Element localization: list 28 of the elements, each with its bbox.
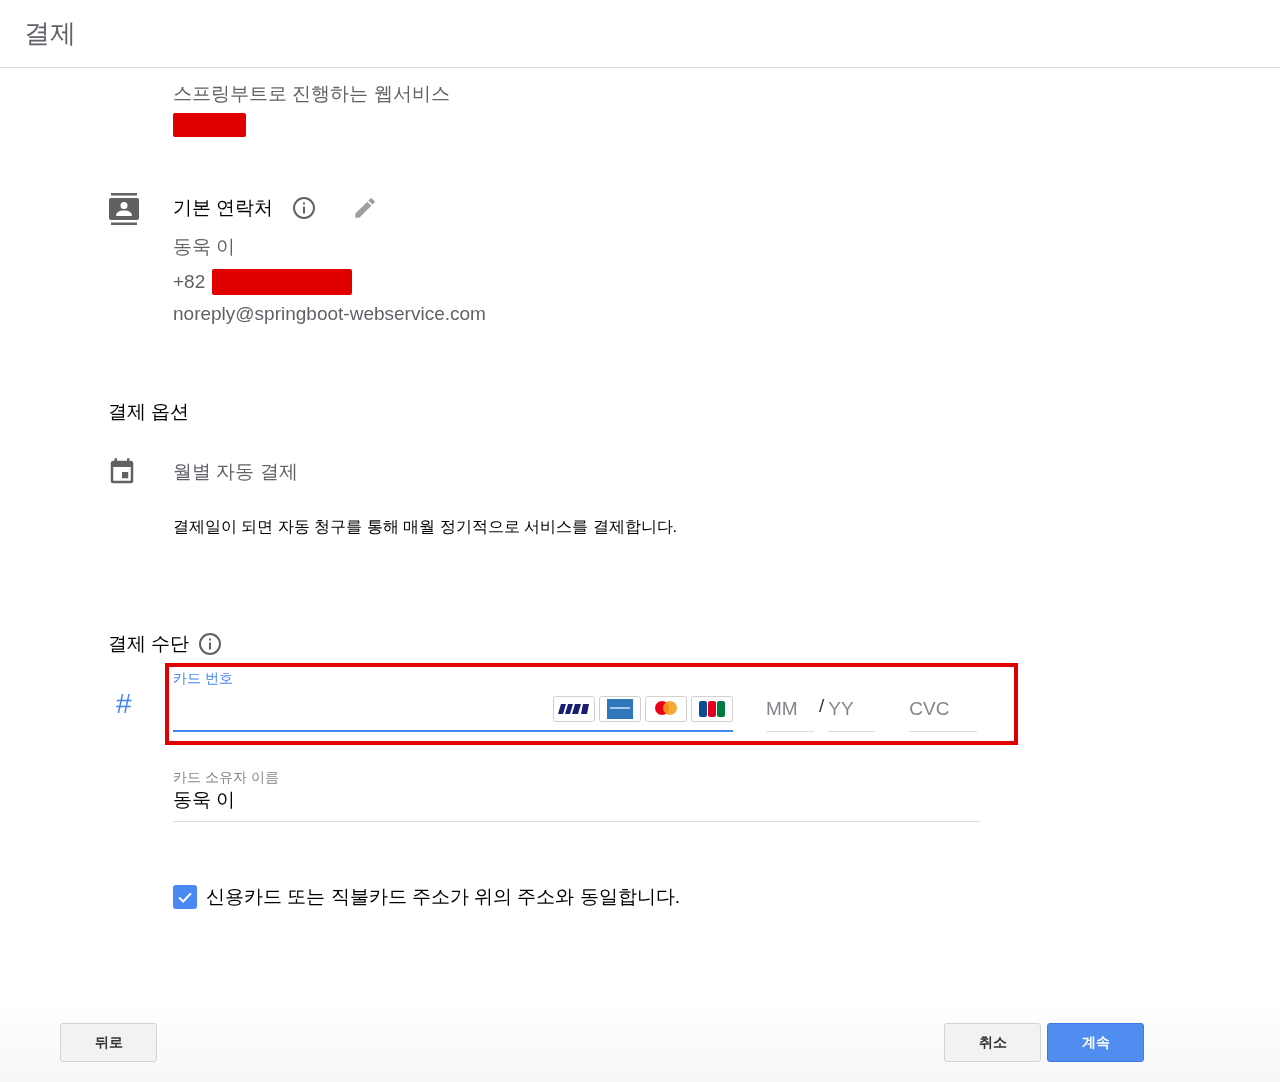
info-icon[interactable] [198,632,223,656]
expiry-year-field[interactable]: YY [828,696,876,732]
card-brand-logo [599,696,641,722]
contact-name: 동욱 이 [173,235,236,259]
card-number-field[interactable]: 카드 번호 [173,669,733,732]
cardholder-field[interactable]: 카드 소유자 이름 동욱 이 [173,767,980,822]
section-title: 기본 연락처 [173,195,274,220]
hash-icon: # [108,690,165,718]
card-brand-logo [553,696,595,722]
info-icon[interactable] [292,196,317,220]
expiry-separator: / [819,693,825,718]
card-brand-logo [691,696,733,722]
phone-prefix: +82 [173,269,206,294]
checkbox[interactable] [173,885,197,910]
plan-label: 월별 자동 결제 [173,459,298,484]
plan-description: 결제일이 되면 자동 청구를 통해 매월 정기적으로 서비스를 결제합니다. [173,517,677,537]
contact-email: noreply@springboot-webservice.com [173,302,486,326]
expiry-month-field[interactable]: MM [766,696,814,732]
action-button[interactable]: 취소 [944,1023,1041,1062]
contact-card-icon [109,193,139,225]
section-title: 결제 옵션 [108,400,190,424]
checkbox-label: 신용카드 또는 직불카드 주소가 위의 주소와 동일합니다. [206,885,680,909]
page-title: 결제 [24,17,76,50]
cvc-field[interactable]: CVC [909,696,978,732]
card-brand-logo [645,696,687,722]
service-description: 스프링부트로 진행하는 웹서비스 [173,82,450,106]
action-button[interactable]: 뒤로 [60,1023,157,1062]
section-title: 결제 수단 [108,631,190,656]
